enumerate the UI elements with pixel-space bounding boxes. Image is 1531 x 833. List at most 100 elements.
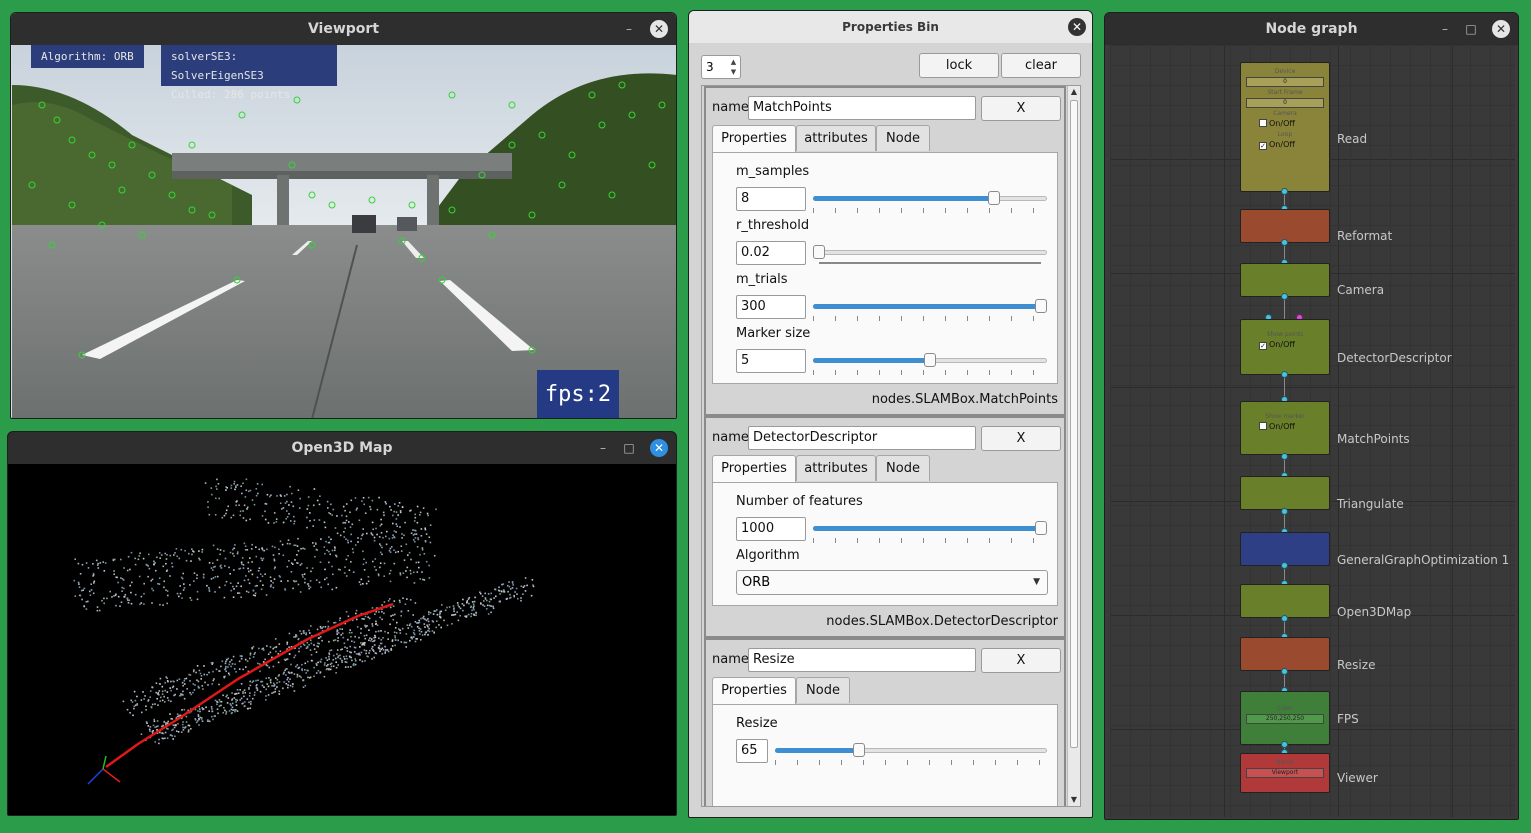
- marker-size-slider[interactable]: [813, 350, 1047, 375]
- output-port[interactable]: [1281, 741, 1288, 748]
- solver-text: solverSE3: SolverEigenSE3: [171, 50, 264, 82]
- node-name-field[interactable]: Resize: [748, 648, 976, 672]
- name-label: name: [712, 652, 749, 667]
- remove-panel-button[interactable]: X: [981, 96, 1061, 121]
- slider-handle[interactable]: [1035, 521, 1047, 535]
- minimize-button[interactable]: –: [594, 439, 612, 457]
- node-open3dmap[interactable]: [1240, 584, 1330, 618]
- panel-count-spinbox[interactable]: 3 ▲ ▼: [701, 55, 741, 79]
- show-points-checkbox[interactable]: ✓ On/Off: [1259, 339, 1329, 351]
- tab-node[interactable]: Node: [876, 125, 930, 151]
- close-button[interactable]: ✕: [650, 20, 668, 38]
- clear-button[interactable]: clear: [1001, 53, 1081, 78]
- show-marker-checkbox[interactable]: On/Off: [1259, 421, 1329, 433]
- vertical-scrollbar[interactable]: ▲ ▼: [1067, 86, 1080, 806]
- tab-node[interactable]: Node: [796, 677, 850, 703]
- resize-slider[interactable]: [775, 740, 1047, 765]
- node-label: MatchPoints: [1337, 432, 1410, 446]
- start-frame-field[interactable]: 0: [1246, 98, 1324, 108]
- minimize-button[interactable]: –: [620, 20, 638, 38]
- node-name-field[interactable]: MatchPoints: [748, 96, 976, 120]
- lock-button[interactable]: lock: [919, 53, 999, 78]
- close-button[interactable]: ✕: [650, 439, 668, 457]
- scroll-down-icon[interactable]: ▼: [1068, 794, 1080, 806]
- output-port[interactable]: [1281, 371, 1288, 378]
- tab-attributes[interactable]: attributes: [796, 455, 876, 481]
- m-samples-slider[interactable]: [813, 188, 1047, 213]
- minimize-button[interactable]: –: [1436, 20, 1454, 38]
- slider-handle[interactable]: [988, 191, 1001, 205]
- spin-arrows[interactable]: ▲ ▼: [728, 57, 739, 77]
- onoff-label: On/Off: [1269, 340, 1295, 349]
- viewport-titlebar[interactable]: Viewport – ✕: [11, 13, 676, 45]
- open3d-titlebar[interactable]: Open3D Map – □ ✕: [8, 432, 676, 464]
- node-detectordescriptor[interactable]: Show points ✓ On/Off: [1240, 319, 1330, 375]
- slider-handle[interactable]: [1035, 299, 1047, 313]
- loop-label: Loop: [1277, 131, 1293, 138]
- close-button[interactable]: ✕: [1492, 20, 1510, 38]
- properties-tab-body: m_samples 8 r_threshold 0.02 m_trials 30…: [712, 152, 1058, 384]
- node-viewer[interactable]: Name Viewport: [1240, 753, 1330, 793]
- camera-checkbox[interactable]: On/Off: [1259, 118, 1329, 130]
- solver-overlay: solverSE3: SolverEigenSE3 Culled: 286 po…: [161, 45, 337, 101]
- show-marker-label: Show marker: [1265, 413, 1305, 420]
- output-port[interactable]: [1281, 668, 1288, 675]
- num-features-slider[interactable]: [813, 518, 1047, 543]
- point-cloud-canvas[interactable]: [8, 464, 677, 816]
- scroll-thumb[interactable]: [1070, 100, 1078, 748]
- output-port[interactable]: [1281, 615, 1288, 622]
- loop-checkbox[interactable]: ✓ On/Off: [1259, 139, 1329, 151]
- output-port[interactable]: [1281, 453, 1288, 460]
- color-field[interactable]: 250,250,250: [1246, 714, 1324, 724]
- r-threshold-slider[interactable]: [813, 242, 1047, 264]
- slider-handle[interactable]: [853, 743, 865, 757]
- onoff-label: On/Off: [1269, 422, 1295, 431]
- algorithm-select[interactable]: ORB ▼: [736, 570, 1048, 595]
- resize-field[interactable]: 65: [736, 739, 768, 763]
- output-port[interactable]: [1281, 293, 1288, 300]
- m-trials-slider[interactable]: [813, 296, 1047, 321]
- remove-panel-button[interactable]: X: [981, 648, 1061, 673]
- node-read[interactable]: Device 0 Start Frame 0 Camera On/Off Loo…: [1240, 62, 1330, 192]
- open3d-window: Open3D Map – □ ✕: [7, 431, 677, 816]
- nodegraph-title: Node graph: [1265, 21, 1358, 37]
- param-label: Number of features: [736, 494, 863, 509]
- tab-properties[interactable]: Properties: [712, 455, 796, 483]
- device-field[interactable]: 0: [1246, 77, 1324, 87]
- viewport-title: Viewport: [307, 21, 380, 37]
- node-camera[interactable]: [1240, 263, 1330, 297]
- output-port[interactable]: [1281, 239, 1288, 246]
- node-graph-canvas[interactable]: Device 0 Start Frame 0 Camera On/Off Loo…: [1110, 45, 1515, 817]
- m-samples-field[interactable]: 8: [736, 187, 806, 211]
- nodegraph-titlebar[interactable]: Node graph – □ ✕: [1105, 13, 1518, 45]
- scroll-up-icon[interactable]: ▲: [1068, 86, 1080, 98]
- m-trials-field[interactable]: 300: [736, 295, 806, 319]
- r-threshold-field[interactable]: 0.02: [736, 241, 806, 265]
- name-label: name: [712, 430, 749, 445]
- marker-size-field[interactable]: 5: [736, 349, 806, 373]
- num-features-field[interactable]: 1000: [736, 517, 806, 541]
- node-matchpoints[interactable]: Show marker On/Off: [1240, 401, 1330, 455]
- output-port[interactable]: [1281, 562, 1288, 569]
- remove-panel-button[interactable]: X: [981, 426, 1061, 451]
- tab-attributes[interactable]: attributes: [796, 125, 876, 151]
- close-button[interactable]: ✕: [1068, 18, 1086, 36]
- viewer-name-field[interactable]: Viewport: [1246, 768, 1324, 778]
- properties-titlebar[interactable]: Properties Bin ✕: [689, 11, 1092, 43]
- node-reformat[interactable]: [1240, 209, 1330, 243]
- node-generalgraphoptimization[interactable]: [1240, 532, 1330, 566]
- node-resize[interactable]: [1240, 637, 1330, 671]
- tab-properties[interactable]: Properties: [712, 677, 796, 705]
- maximize-button[interactable]: □: [620, 439, 638, 457]
- tab-node[interactable]: Node: [876, 455, 930, 481]
- slider-handle[interactable]: [813, 245, 825, 259]
- output-port[interactable]: [1281, 508, 1288, 515]
- tab-properties[interactable]: Properties: [712, 125, 796, 153]
- node-triangulate[interactable]: [1240, 476, 1330, 510]
- node-fps[interactable]: Color 250,250,250: [1240, 691, 1330, 745]
- properties-scroll-area[interactable]: name MatchPoints X Properties attributes…: [701, 85, 1081, 807]
- node-name-field[interactable]: DetectorDescriptor: [748, 426, 976, 450]
- maximize-button[interactable]: □: [1462, 20, 1480, 38]
- slider-handle[interactable]: [924, 353, 936, 367]
- output-port[interactable]: [1281, 188, 1288, 195]
